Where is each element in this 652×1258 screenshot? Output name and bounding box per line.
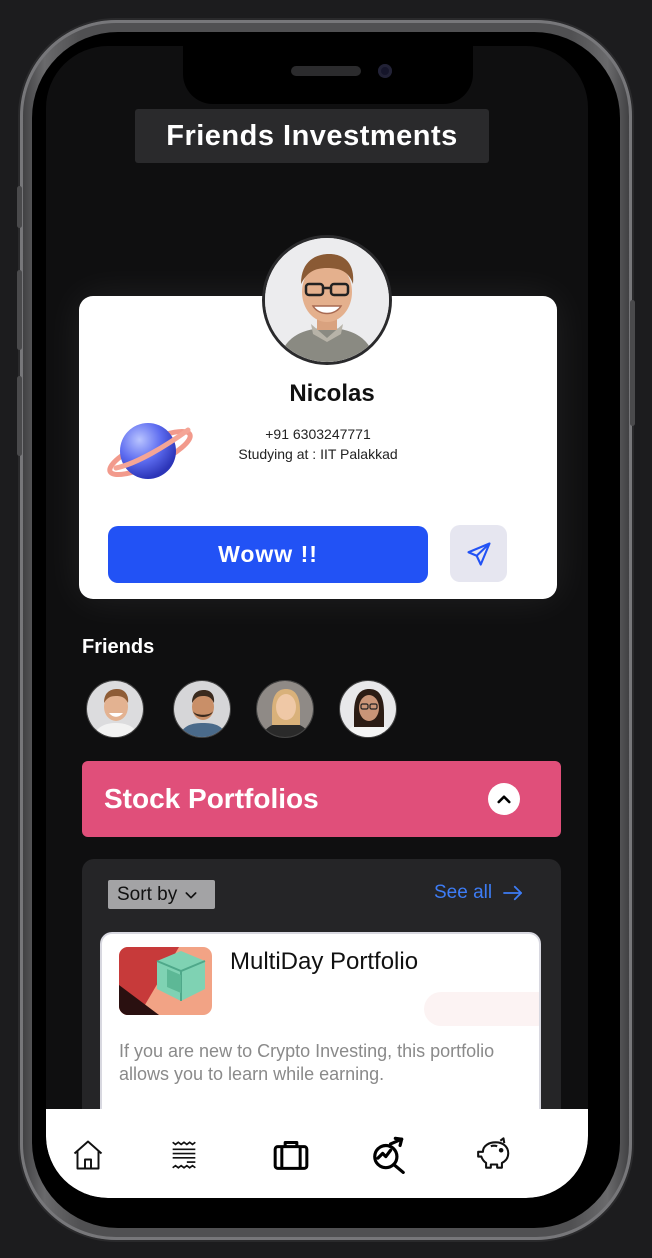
planet-illustration [106,416,196,486]
friend-avatar-4[interactable] [339,680,397,738]
profile-avatar[interactable] [262,235,392,365]
portfolio-tag-placeholder [424,992,539,1026]
friend-avatar-1[interactable] [86,680,144,738]
notch [183,46,473,104]
paper-plane-icon [466,541,491,566]
app-screen: Friends Investments Nicolas +91 63032477… [46,46,588,1198]
chevron-down-icon [185,891,197,898]
see-all-link[interactable]: See all [434,882,524,904]
stock-portfolios-title: Stock Portfolios [104,783,319,814]
sort-by-label: Sort by [117,883,178,905]
sort-by-dropdown[interactable]: Sort by [108,880,215,909]
woww-button[interactable]: Woww !! [108,526,428,583]
collapse-toggle[interactable] [488,783,520,815]
power-button [630,300,635,426]
volume-down-button [17,376,22,456]
page-title: Friends Investments [135,109,489,163]
tab-savings[interactable] [474,1135,514,1175]
see-all-label: See all [434,882,493,903]
front-camera [378,64,392,78]
bottom-tab-bar [46,1109,588,1198]
piggy-bank-icon [477,1137,510,1169]
portfolio-title: MultiDay Portfolio [230,948,419,975]
tab-analytics[interactable] [369,1135,409,1175]
friends-heading: Friends [82,636,155,658]
speaker-grille [291,66,361,76]
tab-portfolio[interactable] [271,1135,311,1175]
home-icon [73,1140,103,1170]
profile-name: Nicolas [289,380,375,407]
silent-switch [17,186,22,228]
send-button[interactable] [450,525,507,582]
profile-avatar-photo [265,238,389,362]
receipt-icon [172,1141,196,1169]
friend-avatar-3[interactable] [256,680,314,738]
chevron-up-icon [497,795,511,804]
portfolio-description: If you are new to Crypto Investing, this… [119,1041,495,1084]
tab-home[interactable] [68,1135,108,1175]
portfolio-thumbnail [119,947,212,1015]
briefcase-icon [273,1141,309,1170]
volume-up-button [17,270,22,350]
analytics-icon [373,1136,405,1174]
arrow-right-icon [503,885,523,901]
friend-avatar-2[interactable] [173,680,231,738]
stock-portfolios-header[interactable]: Stock Portfolios [82,761,561,837]
tab-transactions[interactable] [164,1135,204,1175]
